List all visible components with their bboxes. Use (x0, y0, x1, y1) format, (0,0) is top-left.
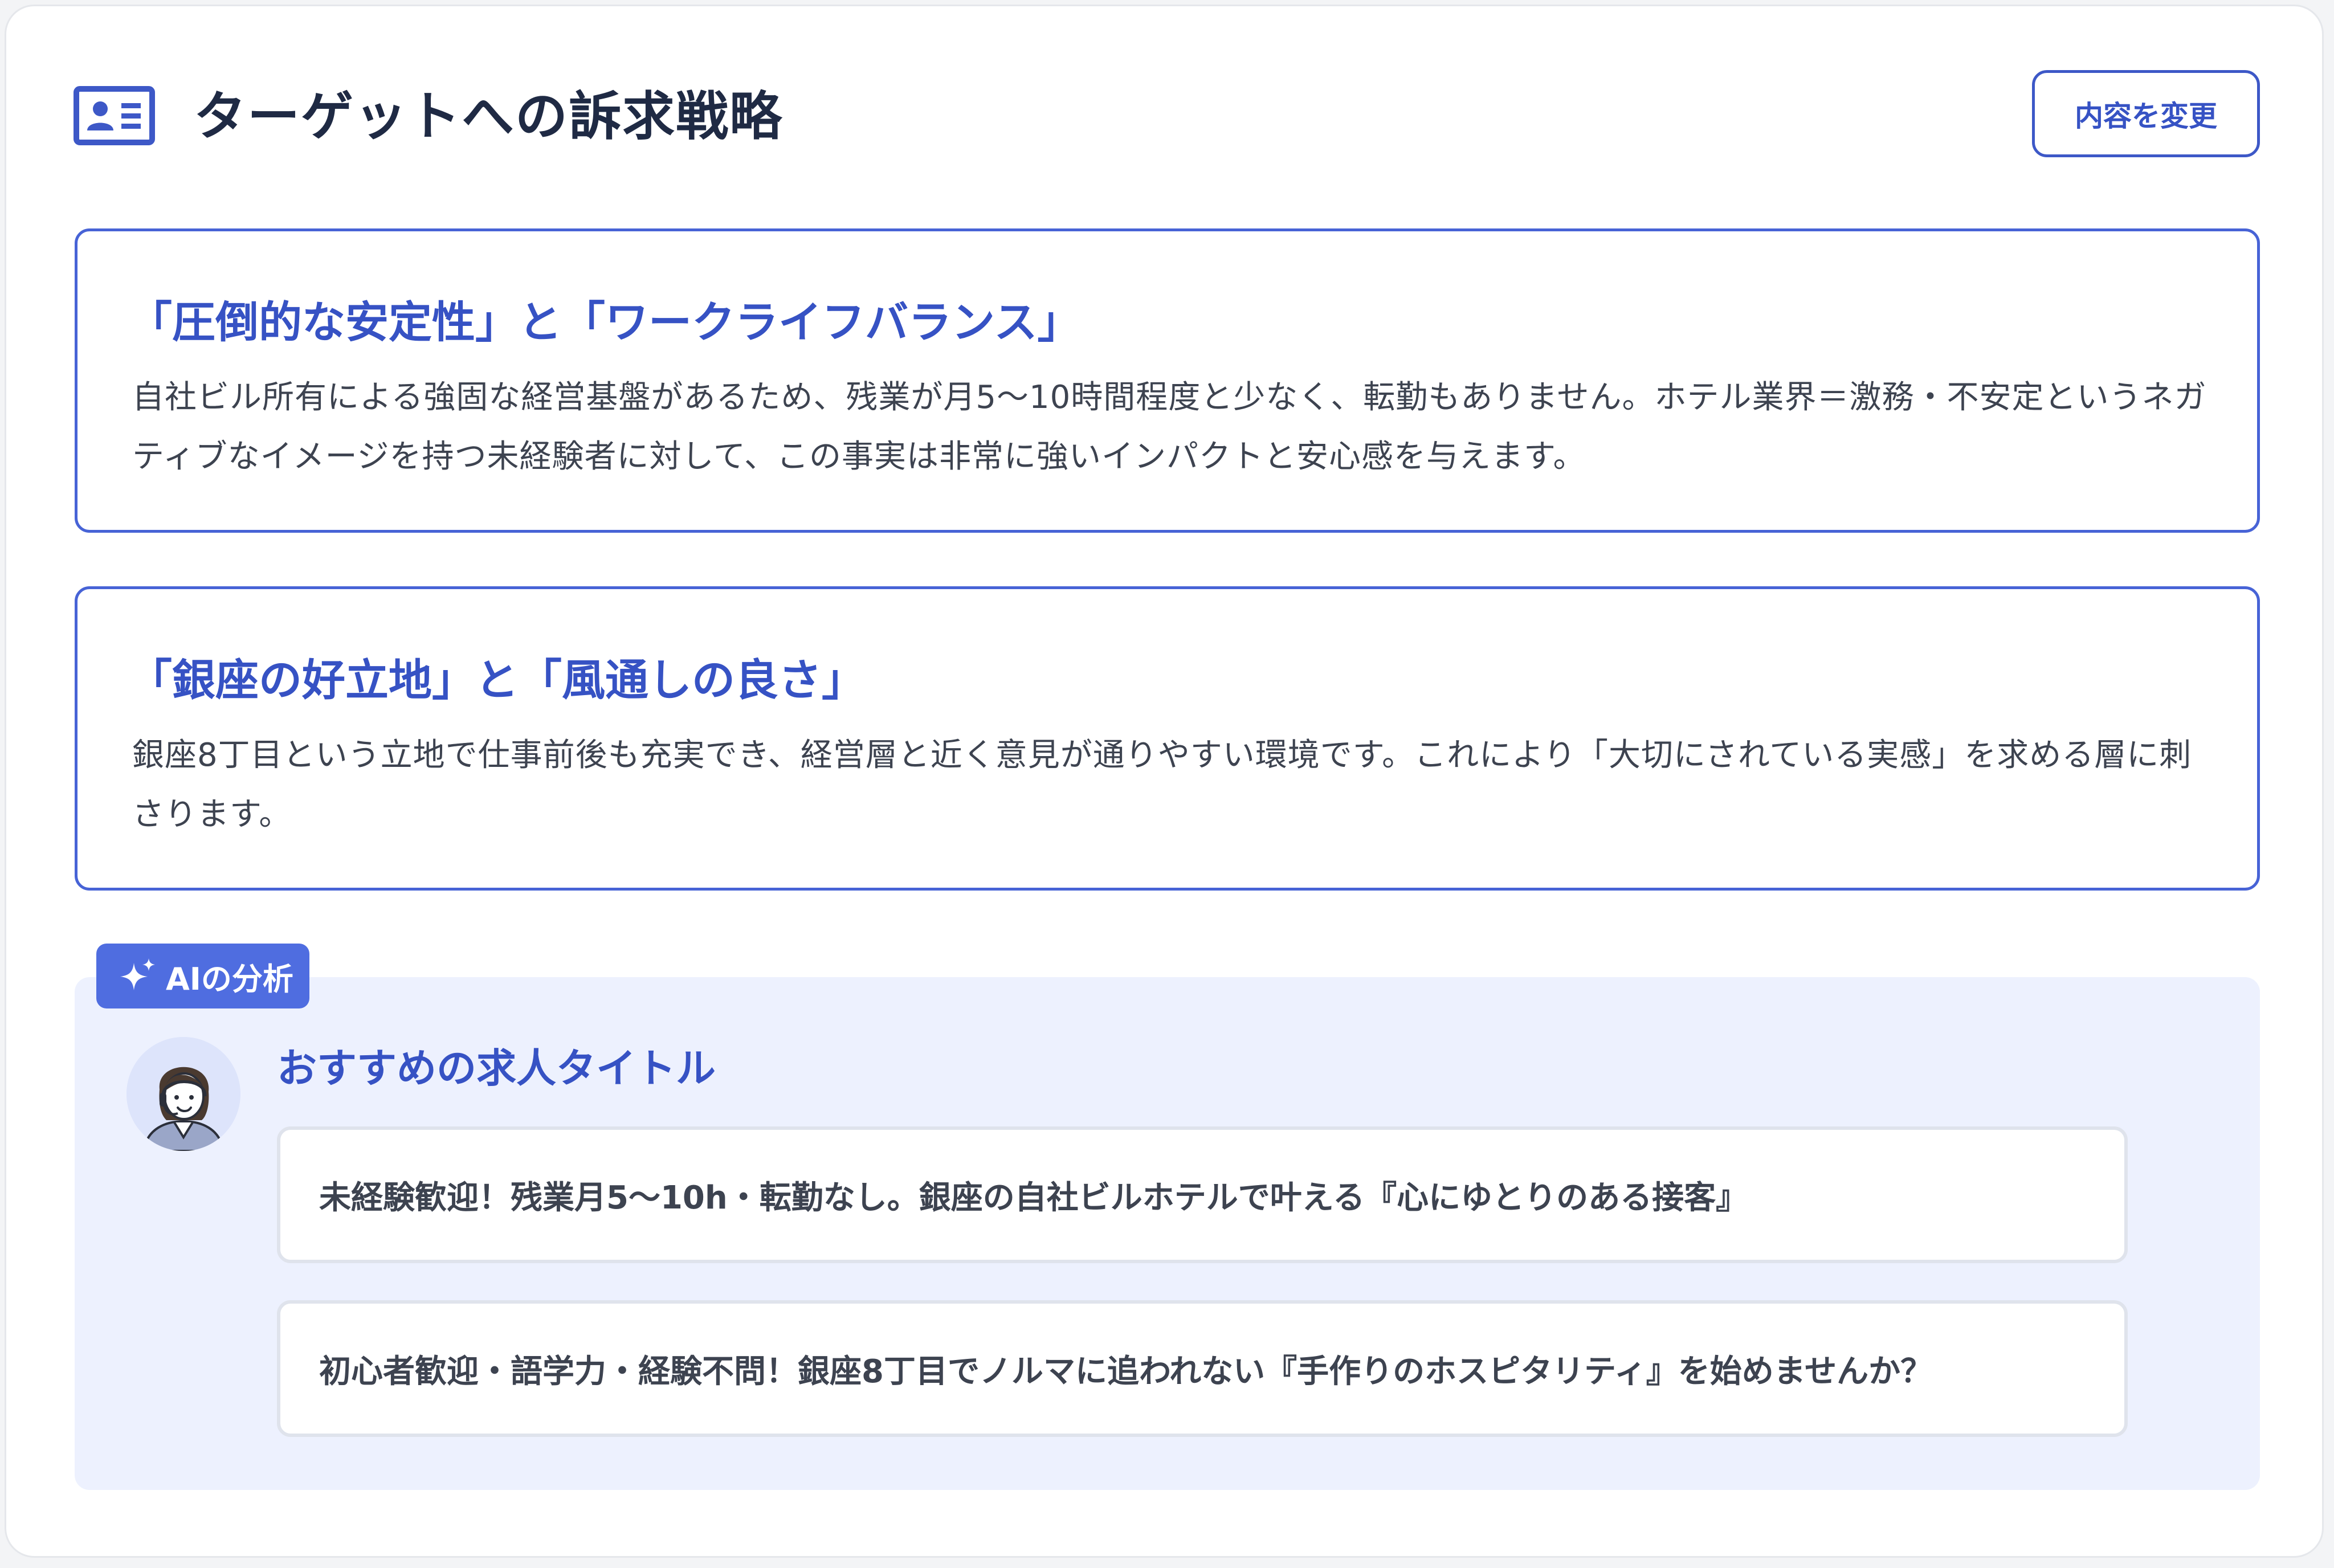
strategy-body: 銀座8丁目という立地で仕事前後も充実でき、経営層と近く意見が通りやすい環境です。… (132, 737, 2192, 833)
strategy-heading: 「圧倒的な安定性」と「ワークライフバランス」 (129, 297, 1081, 348)
ai-analysis-badge: AIの分析 (96, 944, 309, 1008)
job-title-suggestion-2[interactable]: 初心者歓迎・語学力・経験不問！銀座8丁目でノルマに追われない『手作りのホスピタリ… (277, 1300, 2128, 1437)
strategy-card-1: 「圧倒的な安定性」と「ワークライフバランス」 自社ビル所有による強固な経営基盤が… (75, 228, 2260, 533)
sparkle-icon (120, 958, 155, 990)
page-title: ターゲットへの訴求戦略 (194, 86, 784, 147)
strategy-heading: 「銀座の好立地」と「風通しの良さ」 (129, 655, 865, 705)
avatar-illustration (127, 1037, 240, 1151)
strategy-card-2: 「銀座の好立地」と「風通しの良さ」 銀座8丁目という立地で仕事前後も充実でき、経… (75, 586, 2260, 891)
job-title-suggestion-1[interactable]: 未経験歓迎！残業月5〜10h・転勤なし。銀座の自社ビルホテルで叶える『心にゆとり… (277, 1126, 2128, 1263)
id-card-icon (74, 86, 155, 145)
recommended-job-titles-heading: おすすめの求人タイトル (277, 1045, 716, 1092)
ai-badge-label: AIの分析 (166, 961, 293, 997)
strategy-body: 自社ビル所有による強固な経営基盤があるため、残業が月5〜10時間程度と少なく、転… (132, 379, 2207, 475)
edit-content-button[interactable]: 内容を変更 (2032, 70, 2260, 157)
assistant-avatar (127, 1037, 240, 1151)
